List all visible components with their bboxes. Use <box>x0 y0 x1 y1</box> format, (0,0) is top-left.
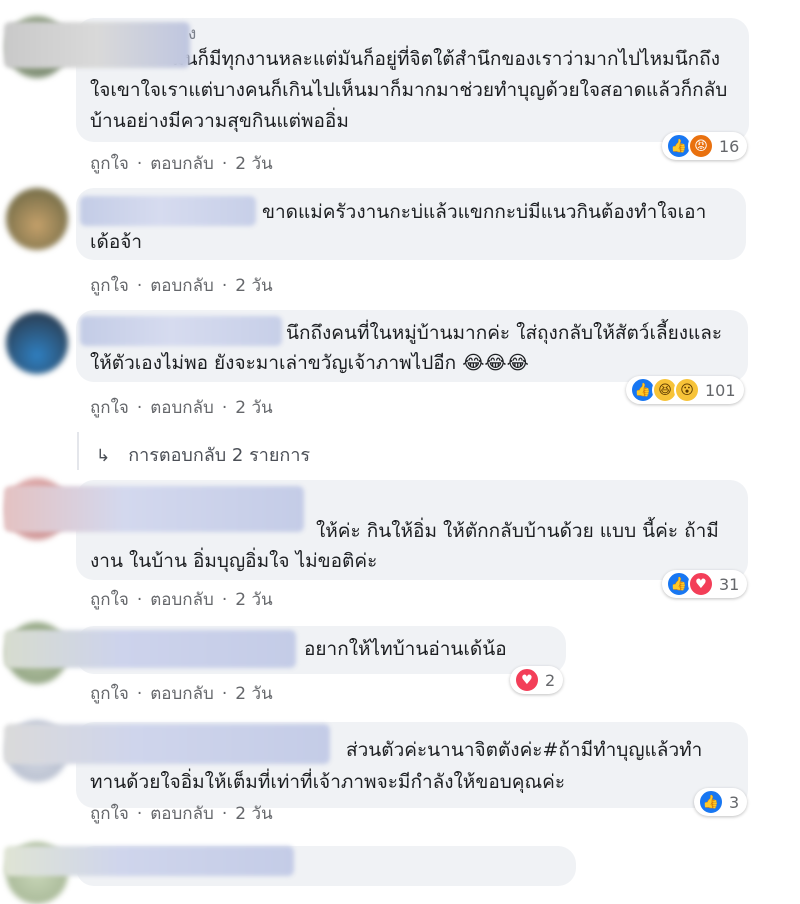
reaction-summary[interactable]: 👍 3 <box>694 788 748 816</box>
comment-text: อยากให้ไทบ้านอ่านเด้น้อ <box>304 638 507 660</box>
comment-actions: ถูกใจ · ตอบกลับ · 2 วัน <box>90 800 273 827</box>
reaction-count: 101 <box>705 380 736 400</box>
timestamp[interactable]: 2 วัน <box>235 150 272 177</box>
blurred-author-name[interactable] <box>4 630 296 668</box>
reply-link[interactable]: ตอบกลับ <box>150 586 214 613</box>
timestamp[interactable]: 2 วัน <box>235 394 272 421</box>
reply-link[interactable]: ตอบกลับ <box>150 394 214 421</box>
wow-icon: 😮 <box>674 377 700 403</box>
reply-link[interactable]: ตอบกลับ <box>150 272 214 299</box>
love-icon: ♥ <box>688 571 714 597</box>
reaction-summary[interactable]: ♥ 2 <box>510 666 564 694</box>
view-replies-link[interactable]: ↳ การตอบกลับ 2 รายการ <box>96 440 310 469</box>
reply-link[interactable]: ตอบกลับ <box>150 150 214 177</box>
reply-link[interactable]: ตอบกลับ <box>150 680 214 707</box>
blurred-author-name[interactable] <box>80 316 282 346</box>
reply-arrow-icon: ↳ <box>96 446 111 466</box>
replies-label[interactable]: การตอบกลับ 2 รายการ <box>128 445 310 466</box>
author-name-fragment[interactable]: ง <box>188 20 196 47</box>
comment-actions: ถูกใจ · ตอบกลับ · 2 วัน <box>90 272 273 299</box>
comment-actions: ถูกใจ · ตอบกลับ · 2 วัน <box>90 586 273 613</box>
love-icon: ♥ <box>514 667 540 693</box>
reaction-summary[interactable]: 👍 😆 😮 101 <box>626 376 744 404</box>
timestamp[interactable]: 2 วัน <box>235 272 272 299</box>
reaction-count: 16 <box>719 136 740 156</box>
reaction-summary[interactable]: 👍 ♥ 31 <box>662 570 748 598</box>
blurred-author-name[interactable] <box>4 846 294 876</box>
angry-icon: 😡 <box>688 133 714 159</box>
blurred-author-name[interactable] <box>4 724 330 764</box>
comment-actions: ถูกใจ · ตอบกลับ · 2 วัน <box>90 150 273 177</box>
like-link[interactable]: ถูกใจ <box>90 272 129 299</box>
avatar[interactable] <box>6 312 68 374</box>
like-link[interactable]: ถูกใจ <box>90 586 129 613</box>
comment-actions: ถูกใจ · ตอบกลับ · 2 วัน <box>90 680 273 707</box>
blurred-author-name[interactable] <box>4 22 190 68</box>
like-link[interactable]: ถูกใจ <box>90 680 129 707</box>
reaction-count: 2 <box>545 670 556 690</box>
avatar[interactable] <box>6 188 68 250</box>
reply-thread-line <box>77 432 79 470</box>
like-icon: 👍 <box>698 789 724 815</box>
timestamp[interactable]: 2 วัน <box>235 800 272 827</box>
timestamp[interactable]: 2 วัน <box>235 586 272 613</box>
blurred-author-name[interactable] <box>80 196 256 226</box>
reply-link[interactable]: ตอบกลับ <box>150 800 214 827</box>
like-link[interactable]: ถูกใจ <box>90 394 129 421</box>
like-link[interactable]: ถูกใจ <box>90 150 129 177</box>
reaction-summary[interactable]: 👍 😡 16 <box>662 132 748 160</box>
timestamp[interactable]: 2 วัน <box>235 680 272 707</box>
like-link[interactable]: ถูกใจ <box>90 800 129 827</box>
reaction-count: 3 <box>729 792 740 812</box>
reaction-count: 31 <box>719 574 740 594</box>
comment-actions: ถูกใจ · ตอบกลับ · 2 วัน <box>90 394 273 421</box>
blurred-author-name[interactable] <box>4 486 304 532</box>
